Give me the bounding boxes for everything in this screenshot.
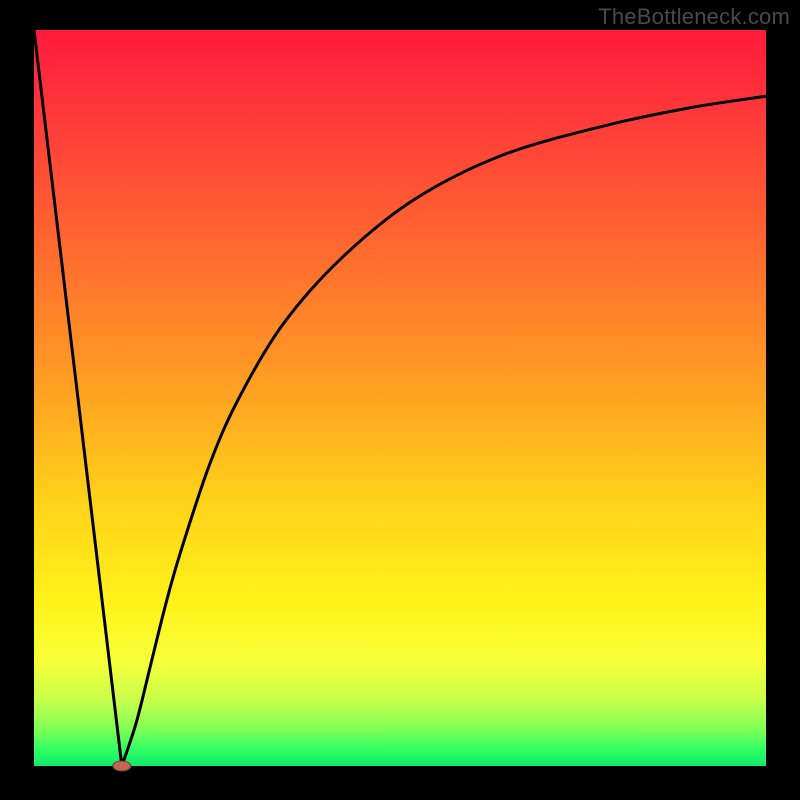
curve-layer [34, 30, 766, 766]
watermark-text: TheBottleneck.com [598, 4, 790, 30]
curve-left-descent [34, 30, 122, 766]
curve-right-ascent [122, 96, 766, 766]
minimum-marker [113, 761, 131, 771]
plot-area [34, 30, 766, 766]
chart-frame: TheBottleneck.com [0, 0, 800, 800]
